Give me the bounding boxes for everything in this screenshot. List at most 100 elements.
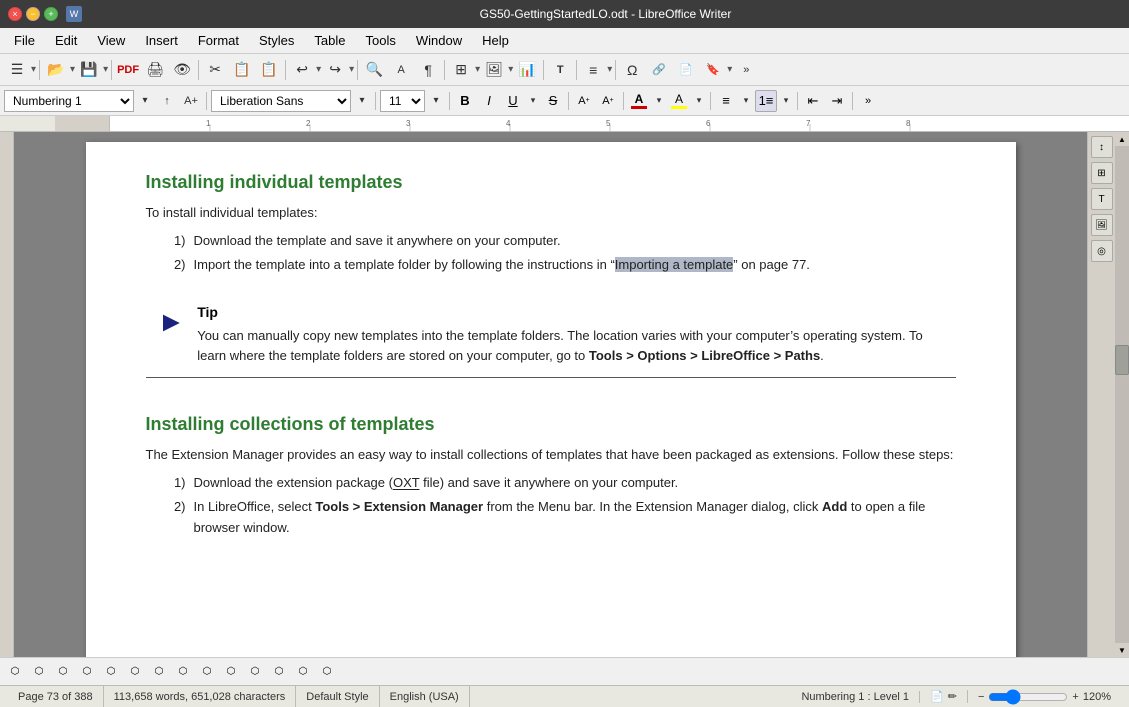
sidebar-image-btn[interactable]: 🖼 — [1091, 214, 1113, 236]
more-fmt-button[interactable]: » — [857, 90, 879, 112]
minimize-button[interactable]: − — [26, 7, 40, 21]
zoom-in-btn[interactable]: + — [1072, 691, 1078, 703]
update-style-btn[interactable]: ↑ — [156, 90, 178, 112]
highlight-arrow[interactable]: ▾ — [692, 88, 706, 114]
align-right-btn[interactable]: ⬡ — [52, 661, 74, 683]
open-arrow[interactable]: ▾ — [70, 64, 75, 75]
size-menu-btn[interactable]: ▾ — [427, 88, 445, 114]
undo-arrow[interactable]: ▾ — [316, 64, 321, 75]
sidebar-properties-btn[interactable]: ↕ — [1091, 136, 1113, 158]
chart-button[interactable]: 📊 — [514, 57, 540, 83]
zoom-level[interactable]: − + 120% — [968, 689, 1121, 705]
menu-format[interactable]: Format — [188, 30, 249, 51]
font-select[interactable]: Liberation Sans — [211, 90, 351, 112]
font-size-select[interactable]: 11 — [380, 90, 425, 112]
find-button[interactable]: 🔍 — [361, 57, 387, 83]
paragraph-style-select[interactable]: Numbering 1 — [4, 90, 134, 112]
highlight-color-button[interactable]: A — [668, 90, 690, 112]
redo-arrow[interactable]: ▾ — [349, 64, 354, 75]
pdf-button[interactable]: PDF — [115, 57, 141, 83]
bold-button[interactable]: B — [454, 90, 476, 112]
toolbar-list-icon[interactable]: ☰ — [4, 57, 30, 83]
menu-view[interactable]: View — [87, 30, 135, 51]
zoom-out-btn[interactable]: − — [978, 691, 984, 703]
vertical-scrollbar[interactable]: ▲ ▼ — [1115, 132, 1129, 657]
copy-button[interactable]: 📋 — [229, 57, 255, 83]
align-arrow[interactable]: ▾ — [607, 64, 612, 75]
menu-window[interactable]: Window — [406, 30, 472, 51]
special-char-button[interactable]: Ω — [619, 57, 645, 83]
bullets2-btn[interactable]: ⬡ — [220, 661, 242, 683]
align-top-btn[interactable]: ⬡ — [100, 661, 122, 683]
align-justify-btn[interactable]: ⬡ — [76, 661, 98, 683]
print-button[interactable]: 🖨 — [142, 57, 168, 83]
maximize-button[interactable]: + — [44, 7, 58, 21]
document-page[interactable]: Installing individual templates To insta… — [86, 142, 1016, 657]
align-bottom-btn[interactable]: ⬡ — [148, 661, 170, 683]
menu-styles[interactable]: Styles — [249, 30, 304, 51]
window-controls[interactable]: × − + — [8, 7, 58, 21]
table-insert-btn[interactable]: ⬡ — [316, 661, 338, 683]
new-style-btn[interactable]: A+ — [180, 90, 202, 112]
image-arrow[interactable]: ▾ — [508, 64, 513, 75]
zoom-slider[interactable] — [988, 689, 1068, 705]
more-arrow[interactable]: ▾ — [727, 64, 732, 75]
menu-table[interactable]: Table — [304, 30, 355, 51]
hyperlink-button[interactable]: 🔗 — [646, 57, 672, 83]
table-arrow[interactable]: ▾ — [475, 64, 480, 75]
save-button[interactable]: 💾 — [76, 57, 102, 83]
save-arrow[interactable]: ▾ — [103, 64, 108, 75]
redo-button[interactable]: ↪ — [322, 57, 348, 83]
style-menu-btn[interactable]: ▾ — [136, 88, 154, 114]
scroll-track[interactable] — [1115, 146, 1129, 643]
toolbar-list-arrow[interactable]: ▾ — [31, 64, 36, 75]
document-area[interactable]: Installing individual templates To insta… — [14, 132, 1087, 657]
more-button[interactable]: » — [733, 57, 759, 83]
bookmark-button[interactable]: 🔖 — [700, 57, 726, 83]
numbering2-btn[interactable]: ⬡ — [244, 661, 266, 683]
italic-button[interactable]: I — [478, 90, 500, 112]
preview-button[interactable]: 👁 — [169, 57, 195, 83]
textbox-button[interactable]: T — [547, 57, 573, 83]
menu-file[interactable]: File — [4, 30, 45, 51]
styles-button[interactable]: A — [388, 57, 414, 83]
scroll-thumb[interactable] — [1115, 345, 1129, 375]
align-middle-btn[interactable]: ⬡ — [124, 661, 146, 683]
outdent-btn[interactable]: ⬡ — [268, 661, 290, 683]
footer-button[interactable]: 📄 — [673, 57, 699, 83]
paragraph-align-button[interactable]: ≡ — [580, 57, 606, 83]
indent-more-button[interactable]: ⇥ — [826, 90, 848, 112]
sidebar-navigator-btn[interactable]: ◎ — [1091, 240, 1113, 262]
paste-button[interactable]: 📋 — [256, 57, 282, 83]
menu-help[interactable]: Help — [472, 30, 519, 51]
cut-button[interactable]: ✂ — [202, 57, 228, 83]
numbering-button[interactable]: 1≡ — [755, 90, 777, 112]
formatting-marks-button[interactable]: ¶ — [415, 57, 441, 83]
menu-edit[interactable]: Edit — [45, 30, 87, 51]
image-button[interactable]: 🖼 — [481, 57, 507, 83]
close-button[interactable]: × — [8, 7, 22, 21]
strikethrough-button[interactable]: S — [542, 90, 564, 112]
superscript-button[interactable]: A+ — [573, 90, 595, 112]
indent-left-btn[interactable]: ⬡ — [172, 661, 194, 683]
open-button[interactable]: 📂 — [43, 57, 69, 83]
indent-btn[interactable]: ⬡ — [292, 661, 314, 683]
bullets-arrow[interactable]: ▾ — [739, 88, 753, 114]
scroll-up-btn[interactable]: ▲ — [1115, 132, 1129, 146]
font-color-arrow[interactable]: ▾ — [652, 88, 666, 114]
menu-insert[interactable]: Insert — [135, 30, 188, 51]
numbering-arrow[interactable]: ▾ — [779, 88, 793, 114]
bullets-button[interactable]: ≡ — [715, 90, 737, 112]
align-left-btn[interactable]: ⬡ — [4, 661, 26, 683]
menu-tools[interactable]: Tools — [355, 30, 405, 51]
font-menu-btn[interactable]: ▾ — [353, 88, 371, 114]
font-color-button[interactable]: A — [628, 90, 650, 112]
undo-button[interactable]: ↩ — [289, 57, 315, 83]
indent-less-button[interactable]: ⇤ — [802, 90, 824, 112]
indent-right-btn[interactable]: ⬡ — [196, 661, 218, 683]
underline-button[interactable]: U — [502, 90, 524, 112]
scroll-down-btn[interactable]: ▼ — [1115, 643, 1129, 657]
underline-arrow[interactable]: ▾ — [526, 88, 540, 114]
align-center-btn[interactable]: ⬡ — [28, 661, 50, 683]
sidebar-text-btn[interactable]: T — [1091, 188, 1113, 210]
